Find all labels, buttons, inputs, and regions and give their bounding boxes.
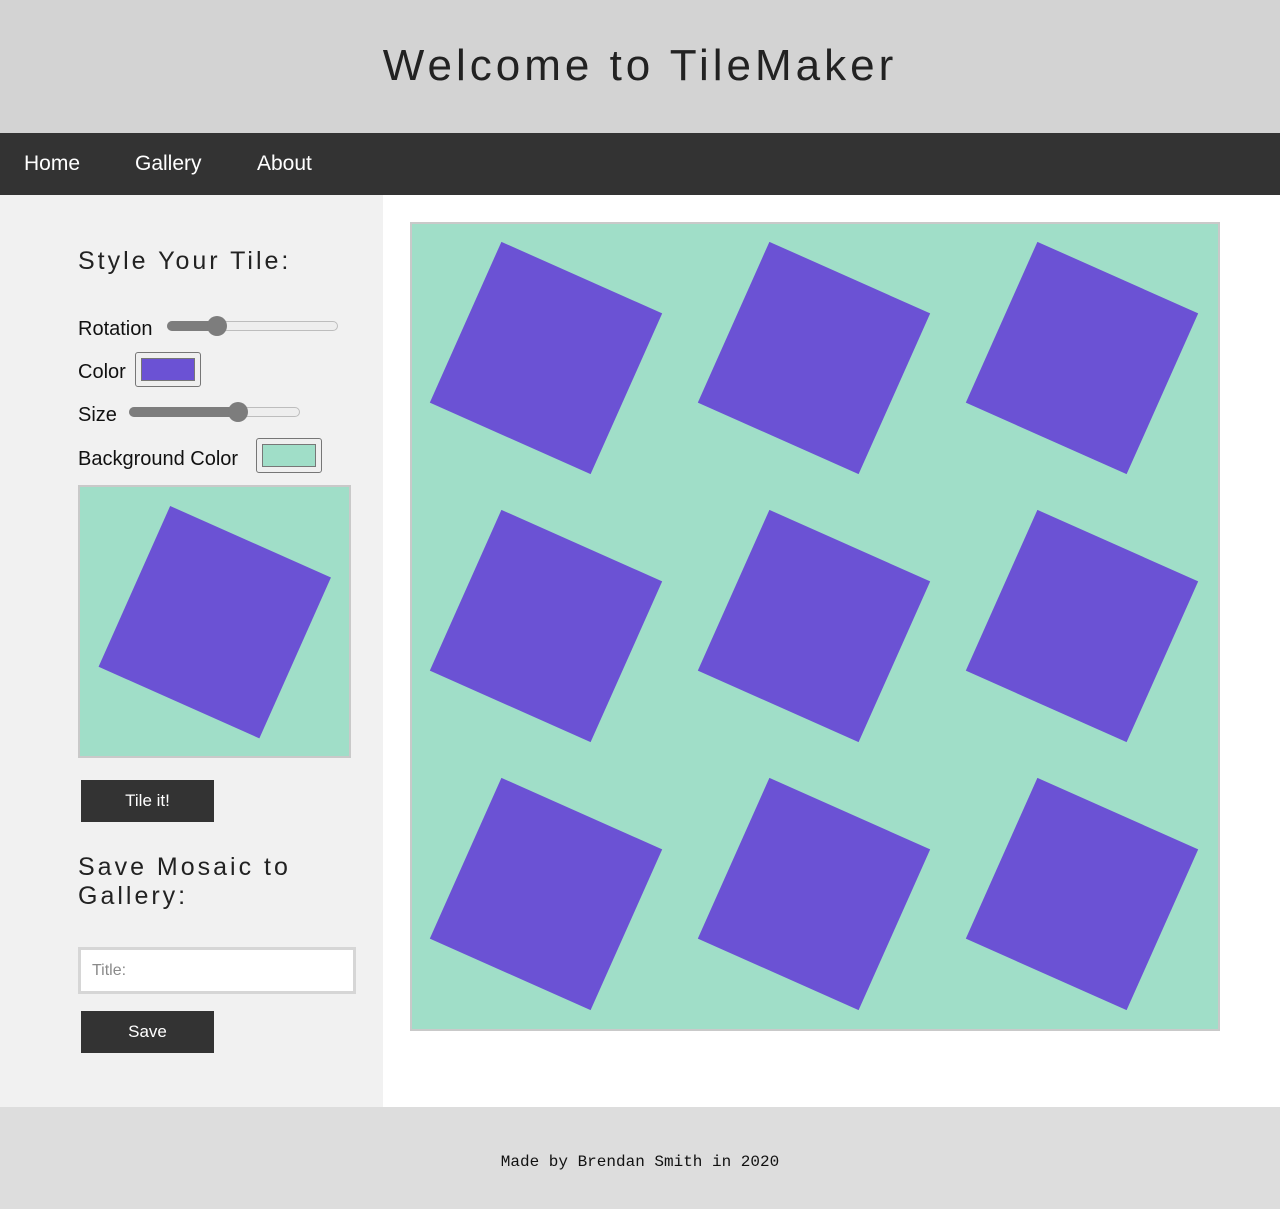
- rotation-slider-thumb[interactable]: [207, 316, 227, 336]
- color-label: Color: [78, 361, 126, 383]
- background-color-picker[interactable]: [256, 438, 322, 473]
- tile-color-swatch: [141, 358, 195, 381]
- site-header: Welcome to TileMaker: [0, 0, 1280, 133]
- nav-gallery-link[interactable]: Gallery: [135, 151, 202, 177]
- tile-controls-panel: Style Your Tile: Rotation Color Size Bac…: [0, 195, 383, 1107]
- nav-bar: Home Gallery About: [0, 133, 1280, 195]
- mosaic-title-input[interactable]: [78, 947, 356, 994]
- size-label: Size: [78, 404, 117, 426]
- tile-preview-canvas: [80, 487, 349, 756]
- tile-it-button[interactable]: Tile it!: [81, 780, 214, 822]
- save-mosaic-heading: Save Mosaic to Gallery:: [78, 853, 291, 910]
- size-slider[interactable]: [129, 402, 300, 422]
- mosaic-svg: [412, 224, 1218, 1029]
- tile-color-picker[interactable]: [135, 352, 201, 387]
- footer-credit: Made by Brendan Smith in 2020: [500, 1153, 780, 1171]
- nav-about-link[interactable]: About: [257, 151, 312, 177]
- nav-home-link[interactable]: Home: [24, 151, 80, 177]
- tile-preview: [78, 485, 351, 758]
- mosaic-canvas: [410, 222, 1220, 1031]
- main-content: [383, 195, 1280, 1107]
- background-color-label: Background Color: [78, 448, 239, 470]
- style-tile-heading: Style Your Tile:: [78, 247, 292, 275]
- rotation-label: Rotation: [78, 318, 153, 340]
- rotation-slider[interactable]: [167, 316, 338, 336]
- site-footer: Made by Brendan Smith in 2020: [0, 1107, 1280, 1209]
- background-color-swatch: [262, 444, 316, 467]
- site-title: Welcome to TileMaker: [382, 41, 898, 90]
- size-slider-thumb[interactable]: [228, 402, 248, 422]
- save-button[interactable]: Save: [81, 1011, 214, 1053]
- size-slider-fill: [129, 407, 238, 417]
